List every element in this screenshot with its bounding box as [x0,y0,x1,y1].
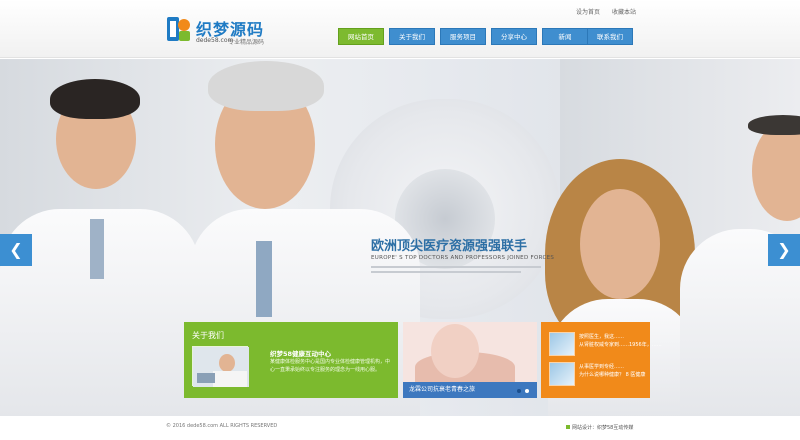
set-homepage-link[interactable]: 设为首页 [576,9,600,16]
slider-next-button[interactable]: ❯ [768,234,800,266]
site-footer: © 2016 dede58.com ALL RIGHTS RESERVED 网站… [0,416,800,440]
news-item-2-line1: 从事医学到专经…… [579,364,625,370]
news-item-2-line2: 为什么说哪种健康？ 8 医健康 [579,372,646,378]
about-panel-heading[interactable]: 织梦58健康互动中心 [270,348,331,358]
about-panel-text: 某健康体检服务中心是国内专业体检健康管理机构，中心一直秉承始终以专注服务的理念为… [270,359,391,373]
news-thumbnail-1[interactable] [549,332,575,356]
news-item-1-line2: 从肾脏权威专家到……1956年，…… [579,342,662,348]
bullet-icon [566,425,570,429]
feature-panel-caption[interactable]: 龙霖公司抗衰老青春之旅 [409,384,475,396]
slide-dot-2[interactable] [525,389,529,393]
nav-item-home[interactable]: 网站首页 [338,28,384,45]
bookmark-link[interactable]: 收藏本站 [612,9,636,16]
news-thumbnail-2[interactable] [549,362,575,386]
nav-item-share[interactable]: 分享中心 [491,28,537,45]
banner-headline: 欧洲顶尖医疗资源强强联手 [371,239,528,254]
footer-credit: 网站设计：织梦58互动传媒 [566,424,633,431]
about-panel[interactable]: 关于我们 织梦58健康互动中心 某健康体检服务中心是国内专业体检健康管理机构，中… [184,322,398,398]
feature-panel-face-image [431,324,479,378]
logo-mark-icon [167,17,190,41]
banner-fine-text-line [371,266,541,268]
banner-fine-text-line [371,271,521,273]
about-panel-image[interactable] [192,346,249,387]
about-panel-title: 关于我们 [192,331,224,340]
slider-prev-button[interactable]: ❮ [0,234,32,266]
slide-dot-1[interactable] [517,389,521,393]
nav-item-contact[interactable]: 联系我们 [587,28,633,45]
top-links: 设为首页 收藏本站 [566,7,636,16]
nav-item-services[interactable]: 服务项目 [440,28,486,45]
nav-item-news[interactable]: 新闻 [542,28,588,45]
site-logo[interactable]: 织梦源码 dede58.com 专业精品源码 [166,15,286,47]
news-panel: 按照医生，我这…… 从肾脏权威专家到……1956年，…… 从事医学到专经…… 为… [541,322,662,398]
feature-panel[interactable]: 龙霖公司抗衰老青春之旅 [403,322,537,398]
chevron-right-icon: ❯ [777,240,791,259]
patient-image-icon [193,347,249,387]
nav-item-about[interactable]: 关于我们 [389,28,435,45]
news-item-1-line1: 按照医生，我这…… [579,334,625,340]
banner-subline: EUROPE' S TOP DOCTORS AND PROFESSORS JOI… [371,255,555,261]
hero-banner: 欧洲顶尖医疗资源强强联手 EUROPE' S TOP DOCTORS AND P… [0,59,800,416]
news-item-1[interactable]: 按照医生，我这…… 从肾脏权威专家到……1956年，…… [579,333,662,349]
chevron-left-icon: ❮ [9,240,23,259]
news-item-2[interactable]: 从事医学到专经…… 为什么说哪种健康？ 8 医健康 [579,363,647,379]
footer-credit-text[interactable]: 网站设计：织梦58互动传媒 [572,425,633,431]
site-header: 织梦源码 dede58.com 专业精品源码 设为首页 收藏本站 网站首页 关于… [0,0,800,58]
logo-slogan: 专业精品源码 [228,39,265,46]
footer-copyright: © 2016 dede58.com ALL RIGHTS RESERVED [166,423,278,429]
